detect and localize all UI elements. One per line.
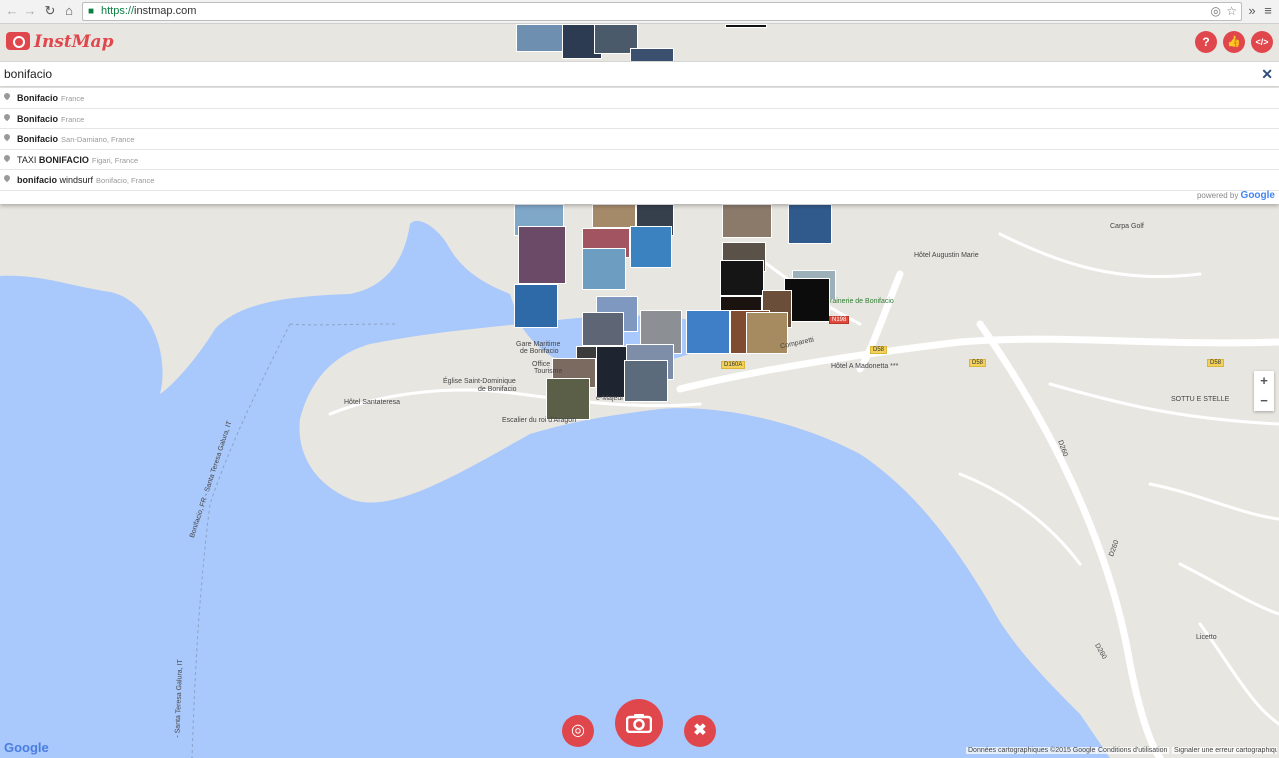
map-pin-icon — [2, 132, 12, 142]
photo-thumbnail[interactable] — [514, 284, 558, 328]
google-wordmark: Google — [1240, 190, 1275, 201]
map-label-sottu: SOTTU E STELLE — [1171, 396, 1230, 403]
map-pin-icon — [2, 91, 12, 101]
map-label-hotel-augustin: Hôtel Augustin Marie — [914, 252, 979, 259]
google-map-logo: Google — [4, 740, 49, 755]
map-label-brasserie: rainerie de Bonifacio — [830, 298, 894, 305]
map-label-hotel-santateresa: Hôtel Santateresa — [344, 399, 401, 406]
zoom-control: + − — [1254, 371, 1274, 411]
star-icon[interactable]: ☆ — [1226, 4, 1237, 18]
like-button[interactable]: 👍 — [1223, 31, 1245, 53]
target-icon: ◎ — [571, 722, 585, 739]
zoom-out-button[interactable]: − — [1254, 391, 1274, 411]
url-text: https://instmap.com — [101, 5, 197, 17]
road-shield-d58: D58 — [969, 359, 987, 367]
search-bar: ✕ — [0, 61, 1279, 87]
logo-text: InstMap — [34, 32, 114, 52]
photo-thumbnail[interactable] — [582, 248, 626, 290]
lock-icon: ■ — [88, 6, 95, 17]
photo-thumbnail[interactable] — [582, 312, 624, 346]
photo-thumbnail[interactable] — [720, 260, 764, 296]
address-bar[interactable]: ■ https://instmap.com ◎ ☆ — [82, 2, 1242, 21]
search-input[interactable] — [0, 62, 1259, 86]
map-label-office-1: Office — [532, 361, 551, 368]
road-shield-d58: D58 — [1207, 359, 1225, 367]
map-data-attribution: Données cartographiques ©2015 Google — [966, 747, 1098, 754]
report-error-link[interactable]: Signaler une erreur cartographique — [1172, 747, 1277, 754]
map-label-gare-2: de Bonifacio — [520, 348, 559, 355]
map-label-hotel-madonetta: Hôtel A Madonetta *** — [831, 363, 899, 370]
photo-thumbnail[interactable] — [624, 360, 668, 402]
map-label-eglise-1: Église Saint-Dominique — [443, 378, 516, 385]
target-button[interactable]: ◎ — [562, 715, 594, 747]
embed-code-button[interactable]: </> — [1251, 31, 1273, 53]
reload-icon[interactable]: ↻ — [42, 3, 58, 19]
suggestion-item[interactable]: Bonifacio San-Damiano, France — [0, 129, 1279, 150]
back-icon[interactable]: ← — [4, 3, 20, 19]
suggestion-item[interactable]: bonifacio windsurf Bonifacio, France — [0, 170, 1279, 191]
powered-by-google: powered by Google — [1196, 190, 1275, 201]
zoom-in-button[interactable]: + — [1254, 371, 1274, 391]
menu-icon[interactable]: ≡ — [1260, 3, 1276, 19]
road-shield-n198: N198 — [829, 316, 850, 324]
location-icon[interactable]: ◎ — [1211, 4, 1221, 18]
forward-icon[interactable]: → — [22, 3, 38, 19]
camera-icon — [625, 714, 653, 734]
suggestion-item[interactable]: TAXI BONIFACIO Figari, France — [0, 150, 1279, 170]
home-icon[interactable]: ⌂ — [61, 3, 77, 19]
map-pin-icon — [2, 173, 12, 183]
browser-toolbar: ← → ↻ ⌂ ■ https://instmap.com ◎ ☆ » ≡ — [0, 0, 1279, 24]
clear-search-icon[interactable]: ✕ — [1261, 66, 1273, 82]
close-button[interactable]: ✖ — [684, 715, 716, 747]
autocomplete-dropdown: Bonifacio France Bonifacio France Bonifaci… — [0, 88, 1279, 204]
photo-thumbnail[interactable] — [518, 226, 566, 284]
camera-button[interactable] — [615, 699, 663, 747]
suggestion-item[interactable]: Bonifacio France — [0, 109, 1279, 129]
app-header: InstMap ? 👍 </> — [0, 24, 1279, 61]
road-shield-d58: D58 — [870, 346, 888, 354]
map-label-eglise-2: de Bonifacio — [478, 386, 517, 393]
extensions-chevron-icon[interactable]: » — [1244, 3, 1260, 19]
terms-link[interactable]: Conditions d'utilisation — [1096, 747, 1170, 754]
close-icon: ✖ — [693, 722, 707, 739]
map-label-escalier: Escalier du roi d'Aragon — [502, 417, 577, 424]
help-button[interactable]: ? — [1195, 31, 1217, 53]
map-label-majeur: e-Majeur — [596, 395, 624, 402]
photo-thumbnail[interactable] — [630, 226, 672, 268]
road-shield-d160a: D160A — [721, 361, 746, 369]
photo-thumbnail[interactable] — [546, 378, 590, 420]
map-pin-icon — [2, 112, 12, 121]
map-label-carpa-golf: Carpa Golf — [1110, 223, 1144, 230]
map-label-gare-1: Gare Maritime — [516, 341, 561, 348]
photo-thumbnail[interactable] — [592, 204, 636, 228]
thumbs-up-icon: 👍 — [1227, 36, 1241, 48]
photo-thumbnail[interactable] — [686, 310, 730, 354]
photo-thumbnail[interactable] — [722, 204, 772, 238]
map-label-licetto: Licetto — [1196, 634, 1217, 641]
map-pin-icon — [2, 153, 12, 162]
photo-thumbnail[interactable] — [788, 204, 832, 244]
suggestion-item[interactable]: Bonifacio France — [0, 88, 1279, 109]
map-label-office-2: Tourisme — [534, 368, 563, 375]
camera-logo-icon — [6, 32, 30, 50]
